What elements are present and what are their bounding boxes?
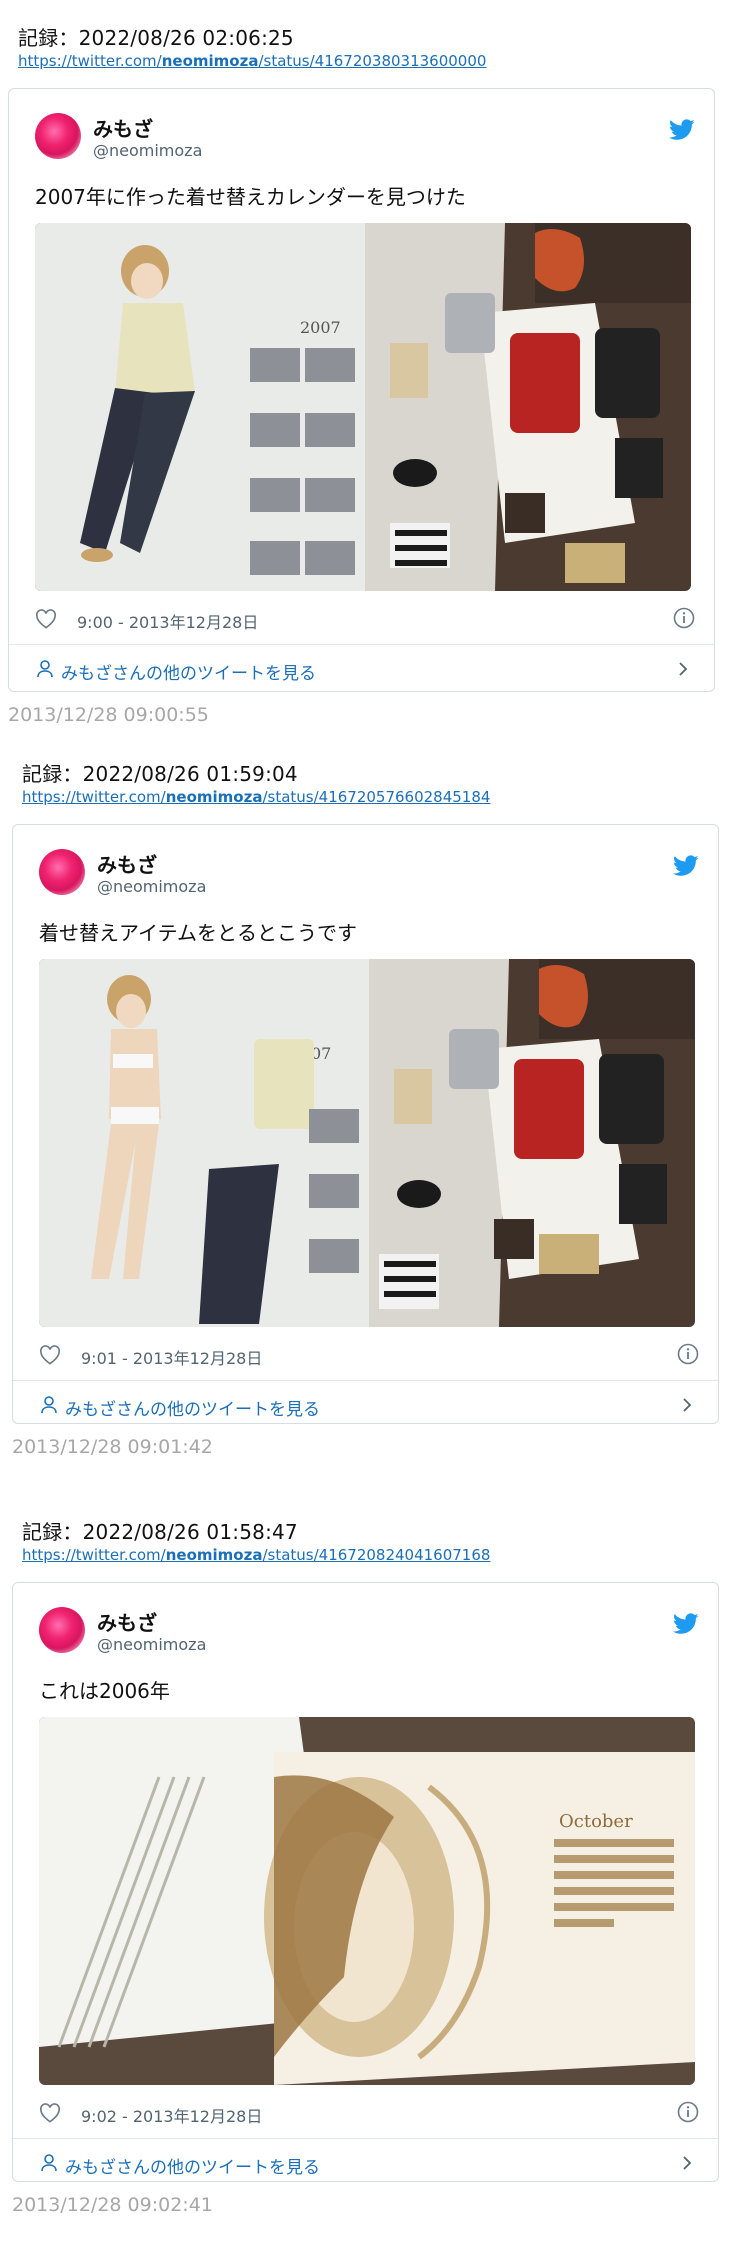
chevron-right-icon xyxy=(683,1398,692,1412)
chevron-right-icon xyxy=(683,2156,692,2170)
record-timestamp: 記録：2022/08/26 01:58:47 xyxy=(22,1520,298,1544)
tweet-meta: 9:01 - 2013年12月28日 xyxy=(39,1343,699,1371)
tweet-photo[interactable]: 2007 xyxy=(35,223,691,591)
tweet-timestamp[interactable]: 9:00 - 2013年12月28日 xyxy=(77,609,258,633)
url-user: neomimoza xyxy=(165,788,263,806)
tweet-text: 2007年に作った着せ替えカレンダーを見つけた xyxy=(35,185,466,209)
tweet-link[interactable]: https://twitter.com/neomimoza/status/416… xyxy=(22,1546,490,1564)
url-suffix: /status/416720824041607168 xyxy=(262,1546,491,1564)
author-name[interactable]: みもざ xyxy=(97,1607,157,1636)
avatar[interactable] xyxy=(39,1607,85,1653)
tweet-timestamp[interactable]: 9:01 - 2013年12月28日 xyxy=(81,1345,262,1369)
embedded-tweet-card: みもざ @neomimoza これは2006年 October 9:02 - 2… xyxy=(12,1582,719,2182)
tweet-text: これは2006年 xyxy=(39,1679,170,1703)
tweet-text: 着せ替えアイテムをとるとこうです xyxy=(39,921,357,945)
calendar-month: October xyxy=(559,1811,633,1832)
record-timestamp: 記録：2022/08/26 01:59:04 xyxy=(22,762,298,786)
embedded-tweet-card: みもざ @neomimoza 2007年に作った着せ替えカレンダーを見つけた 2… xyxy=(8,88,715,692)
record-timestamp: 記録：2022/08/26 02:06:25 xyxy=(18,26,294,50)
twitter-bird-icon[interactable] xyxy=(673,855,699,877)
url-user: neomimoza xyxy=(161,52,259,70)
tweet-meta: 9:00 - 2013年12月28日 xyxy=(35,607,695,635)
heart-icon[interactable] xyxy=(35,609,57,629)
url-suffix: /status/416720380313600000 xyxy=(258,52,487,70)
author-handle[interactable]: @neomimoza xyxy=(97,877,206,896)
author-handle[interactable]: @neomimoza xyxy=(93,141,202,160)
chevron-right-icon xyxy=(679,662,688,676)
url-prefix: https://twitter.com/ xyxy=(18,52,162,70)
more-tweets-link[interactable]: みもざさんの他のツイートを見る xyxy=(13,2139,718,2187)
more-tweets-label: みもざさんの他のツイートを見る xyxy=(65,2158,320,2178)
url-prefix: https://twitter.com/ xyxy=(22,788,166,806)
author-name[interactable]: みもざ xyxy=(93,113,153,142)
info-icon[interactable] xyxy=(673,607,695,629)
info-icon[interactable] xyxy=(677,2101,699,2123)
url-user: neomimoza xyxy=(165,1546,263,1564)
tweet-meta: 9:02 - 2013年12月28日 xyxy=(39,2101,699,2129)
avatar[interactable] xyxy=(39,849,85,895)
more-tweets-label: みもざさんの他のツイートを見る xyxy=(65,1400,320,1420)
tweet-header: みもざ @neomimoza xyxy=(35,113,695,163)
heart-icon[interactable] xyxy=(39,1345,61,1365)
author-handle[interactable]: @neomimoza xyxy=(97,1635,206,1654)
tweet-link[interactable]: https://twitter.com/neomimoza/status/416… xyxy=(22,788,490,806)
person-icon xyxy=(41,1396,57,1414)
author-name[interactable]: みもざ xyxy=(97,849,157,878)
tweet-timestamp[interactable]: 9:02 - 2013年12月28日 xyxy=(81,2103,262,2127)
archive-timestamp: 2013/12/28 09:01:42 xyxy=(12,1436,213,1458)
url-suffix: /status/416720576602845184 xyxy=(262,788,491,806)
twitter-bird-icon[interactable] xyxy=(669,119,695,141)
embedded-tweet-card: みもざ @neomimoza 着せ替えアイテムをとるとこうです 07 9:01 … xyxy=(12,824,719,1424)
info-icon[interactable] xyxy=(677,1343,699,1365)
url-prefix: https://twitter.com/ xyxy=(22,1546,166,1564)
calendar-year: 07 xyxy=(311,1044,331,1063)
tweet-header: みもざ @neomimoza xyxy=(39,849,699,899)
archive-timestamp: 2013/12/28 09:02:41 xyxy=(12,2194,213,2216)
heart-icon[interactable] xyxy=(39,2103,61,2123)
avatar[interactable] xyxy=(35,113,81,159)
more-tweets-link[interactable]: みもざさんの他のツイートを見る xyxy=(13,1381,718,1429)
twitter-bird-icon[interactable] xyxy=(673,1613,699,1635)
archive-timestamp: 2013/12/28 09:00:55 xyxy=(8,704,209,726)
more-tweets-link[interactable]: みもざさんの他のツイートを見る xyxy=(9,645,714,693)
more-tweets-label: みもざさんの他のツイートを見る xyxy=(61,664,316,684)
tweet-header: みもざ @neomimoza xyxy=(39,1607,699,1657)
calendar-year: 2007 xyxy=(300,318,341,337)
person-icon xyxy=(37,660,53,678)
person-icon xyxy=(41,2154,57,2172)
tweet-photo[interactable]: October xyxy=(39,1717,695,2085)
tweet-link[interactable]: https://twitter.com/neomimoza/status/416… xyxy=(18,52,486,70)
tweet-photo[interactable]: 07 xyxy=(39,959,695,1327)
